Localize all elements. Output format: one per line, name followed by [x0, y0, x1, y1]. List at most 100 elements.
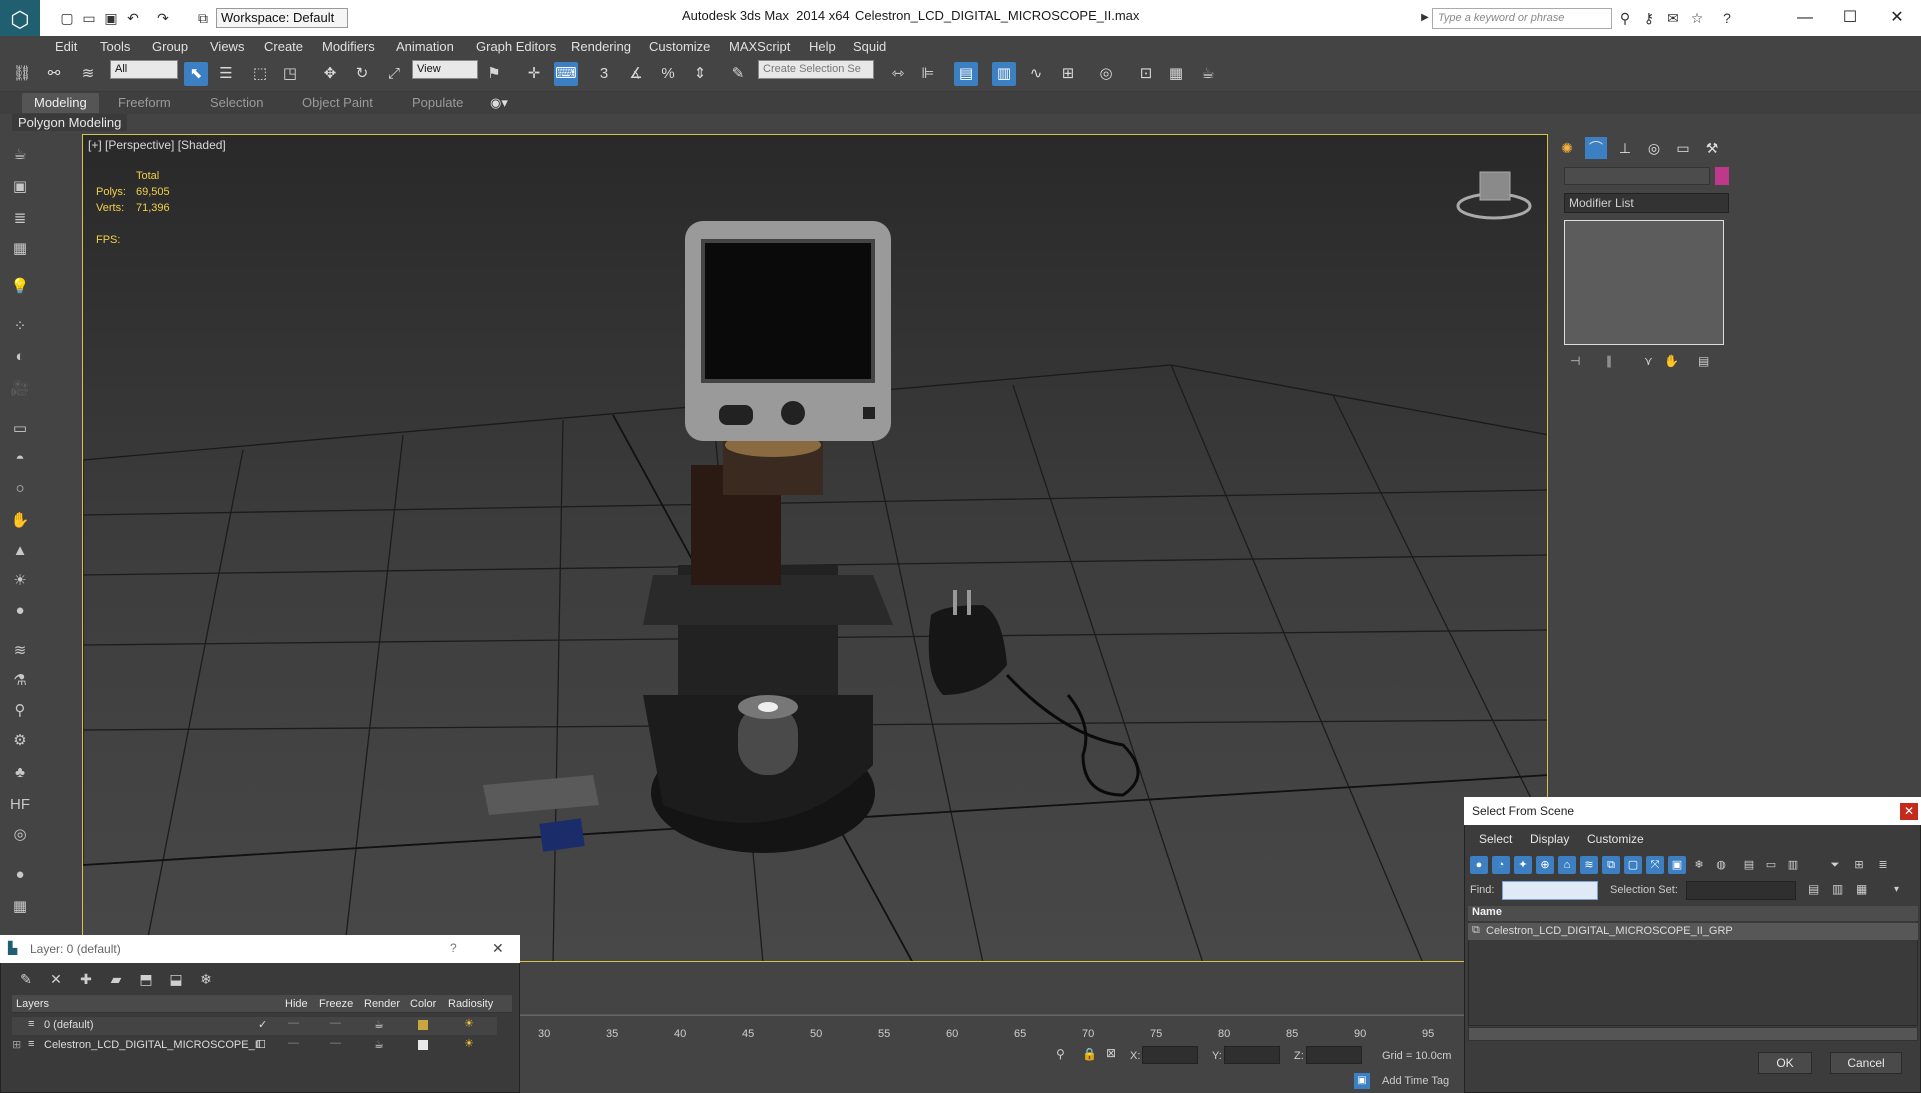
- sun-icon[interactable]: ☀: [9, 570, 31, 592]
- list-item[interactable]: ⧉ Celestron_LCD_DIGITAL_MICROSCOPE_II_GR…: [1468, 923, 1918, 940]
- hide-toggle[interactable]: —: [288, 1017, 299, 1029]
- percent-snap-icon[interactable]: %: [656, 62, 680, 86]
- menu-views[interactable]: Views: [210, 39, 244, 54]
- display-cameras-icon[interactable]: ⊕: [1536, 856, 1554, 874]
- make-unique-icon[interactable]: ⋎: [1644, 354, 1653, 368]
- window-crossing-icon[interactable]: ◳: [278, 62, 302, 86]
- save-selection-set-icon[interactable]: ▤: [1808, 882, 1819, 896]
- tab-freeform[interactable]: Freeform: [118, 95, 171, 110]
- timeline[interactable]: [520, 1014, 1464, 1036]
- calculator-icon[interactable]: ▦: [9, 896, 31, 918]
- scale-icon[interactable]: ⤢: [382, 62, 406, 86]
- menu-squid[interactable]: Squid: [853, 39, 886, 54]
- modify-tab-icon[interactable]: ⌒: [1585, 137, 1607, 159]
- cone-icon[interactable]: ▲: [9, 540, 31, 562]
- object-color-swatch[interactable]: [1715, 167, 1729, 185]
- menu-modifiers[interactable]: Modifiers: [322, 39, 375, 54]
- align-icon[interactable]: ⊫: [916, 62, 940, 86]
- project-folder-icon[interactable]: ⧉: [194, 9, 212, 27]
- filter-icon[interactable]: ⏷: [1826, 856, 1844, 874]
- menu-help[interactable]: Help: [809, 39, 836, 54]
- display-helpers-icon[interactable]: ⌂: [1558, 856, 1576, 874]
- mirror-icon[interactable]: ⇿: [886, 62, 910, 86]
- z-coord-field[interactable]: [1306, 1046, 1362, 1064]
- create-tab-icon[interactable]: ✺: [1556, 137, 1578, 159]
- schematic-view-icon[interactable]: ⊞: [1056, 62, 1080, 86]
- add-time-tag[interactable]: Add Time Tag: [1382, 1075, 1449, 1087]
- render-teapot-icon[interactable]: ☕: [1196, 62, 1220, 86]
- select-from-scene-titlebar[interactable]: Select From Scene ✕: [1464, 797, 1921, 825]
- tab-selection[interactable]: Selection: [210, 95, 263, 110]
- tab-populate[interactable]: Populate: [412, 95, 463, 110]
- ocean-icon[interactable]: ◎: [9, 824, 31, 846]
- keyboard-shortcut-icon[interactable]: ⌨: [554, 62, 578, 86]
- edit-named-selection-icon[interactable]: ✎: [726, 62, 750, 86]
- radiosity-icon[interactable]: ☀: [464, 1037, 474, 1050]
- cancel-button[interactable]: Cancel: [1830, 1052, 1902, 1074]
- layer-color-swatch[interactable]: [418, 1040, 428, 1050]
- hemisphere-icon[interactable]: ◓: [9, 448, 31, 470]
- col-freeze[interactable]: Freeze: [319, 998, 353, 1010]
- light-bulb-icon[interactable]: 💡: [9, 276, 31, 298]
- link-icon[interactable]: ⛓: [10, 62, 34, 86]
- col-render[interactable]: Render: [364, 998, 400, 1010]
- maximize-button[interactable]: ☐: [1830, 6, 1870, 30]
- rect-selection-icon[interactable]: ⬚: [248, 62, 272, 86]
- menu-group[interactable]: Group: [152, 39, 188, 54]
- display-geometry-icon[interactable]: ●: [1470, 856, 1488, 874]
- menu-graph-editors[interactable]: Graph Editors: [476, 39, 556, 54]
- redo-icon[interactable]: ↷: [154, 9, 172, 27]
- delete-selection-set-icon[interactable]: ▦: [1856, 882, 1867, 896]
- layer-color-swatch[interactable]: [418, 1020, 428, 1030]
- grid-panel-icon[interactable]: ▦: [9, 238, 31, 260]
- new-file-icon[interactable]: ▢: [58, 9, 76, 27]
- open-file-icon[interactable]: ▭: [80, 9, 98, 27]
- render-setup-icon[interactable]: ⊡: [1134, 62, 1158, 86]
- paint-brush-icon[interactable]: ✋: [9, 510, 31, 532]
- camera-rotate-icon[interactable]: ◐: [9, 346, 31, 368]
- modifier-list-dropdown[interactable]: Modifier List: [1564, 193, 1729, 213]
- teapot-icon[interactable]: ☕: [9, 144, 31, 166]
- display-bones-icon[interactable]: ⤧: [1646, 856, 1664, 874]
- named-selection-sets-input[interactable]: Create Selection Se: [758, 60, 874, 79]
- show-end-result-icon[interactable]: ∥: [1606, 354, 1612, 368]
- display-hidden-icon[interactable]: ◍: [1712, 856, 1730, 874]
- display-all-icon[interactable]: ▤: [1740, 856, 1758, 874]
- freeze-all-layers-icon[interactable]: ❄: [196, 969, 216, 989]
- remove-modifier-icon[interactable]: ✋: [1664, 354, 1679, 368]
- sphere-gold-icon[interactable]: ●: [9, 600, 31, 622]
- select-object-icon[interactable]: ⬉: [184, 62, 208, 86]
- menu-edit[interactable]: Edit: [55, 39, 77, 54]
- delete-layer-icon[interactable]: ✕: [46, 969, 66, 989]
- col-radiosity[interactable]: Radiosity: [448, 998, 493, 1010]
- viewport-label[interactable]: [+] [Perspective] [Shaded]: [88, 138, 226, 152]
- plane-icon[interactable]: ▭: [9, 418, 31, 440]
- viewcube[interactable]: [1454, 160, 1534, 224]
- hair-icon[interactable]: ≋: [9, 640, 31, 662]
- display-lights-icon[interactable]: ✦: [1514, 856, 1532, 874]
- configure-sets-icon[interactable]: ▤: [1698, 354, 1709, 368]
- move-icon[interactable]: ✥: [318, 62, 342, 86]
- menu-create[interactable]: Create: [264, 39, 303, 54]
- subscription-icon[interactable]: ✉: [1664, 9, 1682, 27]
- edit-selection-set-icon[interactable]: ▥: [1832, 882, 1843, 896]
- layer-row-default[interactable]: ≡ 0 (default) ✓ — — ☕ ☀: [12, 1017, 497, 1035]
- reference-coord-select[interactable]: View: [412, 60, 478, 79]
- gear-icon[interactable]: ⚙: [9, 730, 31, 752]
- display-tab-icon[interactable]: ▭: [1672, 137, 1694, 159]
- columns-icon[interactable]: ≣: [1874, 856, 1892, 874]
- menu-tools[interactable]: Tools: [100, 39, 130, 54]
- shaded-sphere-icon[interactable]: ●: [9, 864, 31, 886]
- particles-icon[interactable]: ⁘: [9, 316, 31, 338]
- modifier-stack[interactable]: [1564, 220, 1724, 345]
- list-icon[interactable]: ≣: [9, 208, 31, 230]
- selection-filter-select[interactable]: All: [110, 60, 178, 79]
- render-frame-icon[interactable]: ▣: [9, 176, 31, 198]
- display-none-icon[interactable]: ▭: [1762, 856, 1780, 874]
- menu-rendering[interactable]: Rendering: [571, 39, 631, 54]
- find-input[interactable]: [1502, 881, 1598, 900]
- sfs-options-icon[interactable]: ▾: [1894, 884, 1899, 895]
- y-coord-field[interactable]: [1224, 1046, 1280, 1064]
- expand-icon[interactable]: ⊞: [12, 1038, 21, 1051]
- display-groups-icon[interactable]: ⧉: [1602, 856, 1620, 874]
